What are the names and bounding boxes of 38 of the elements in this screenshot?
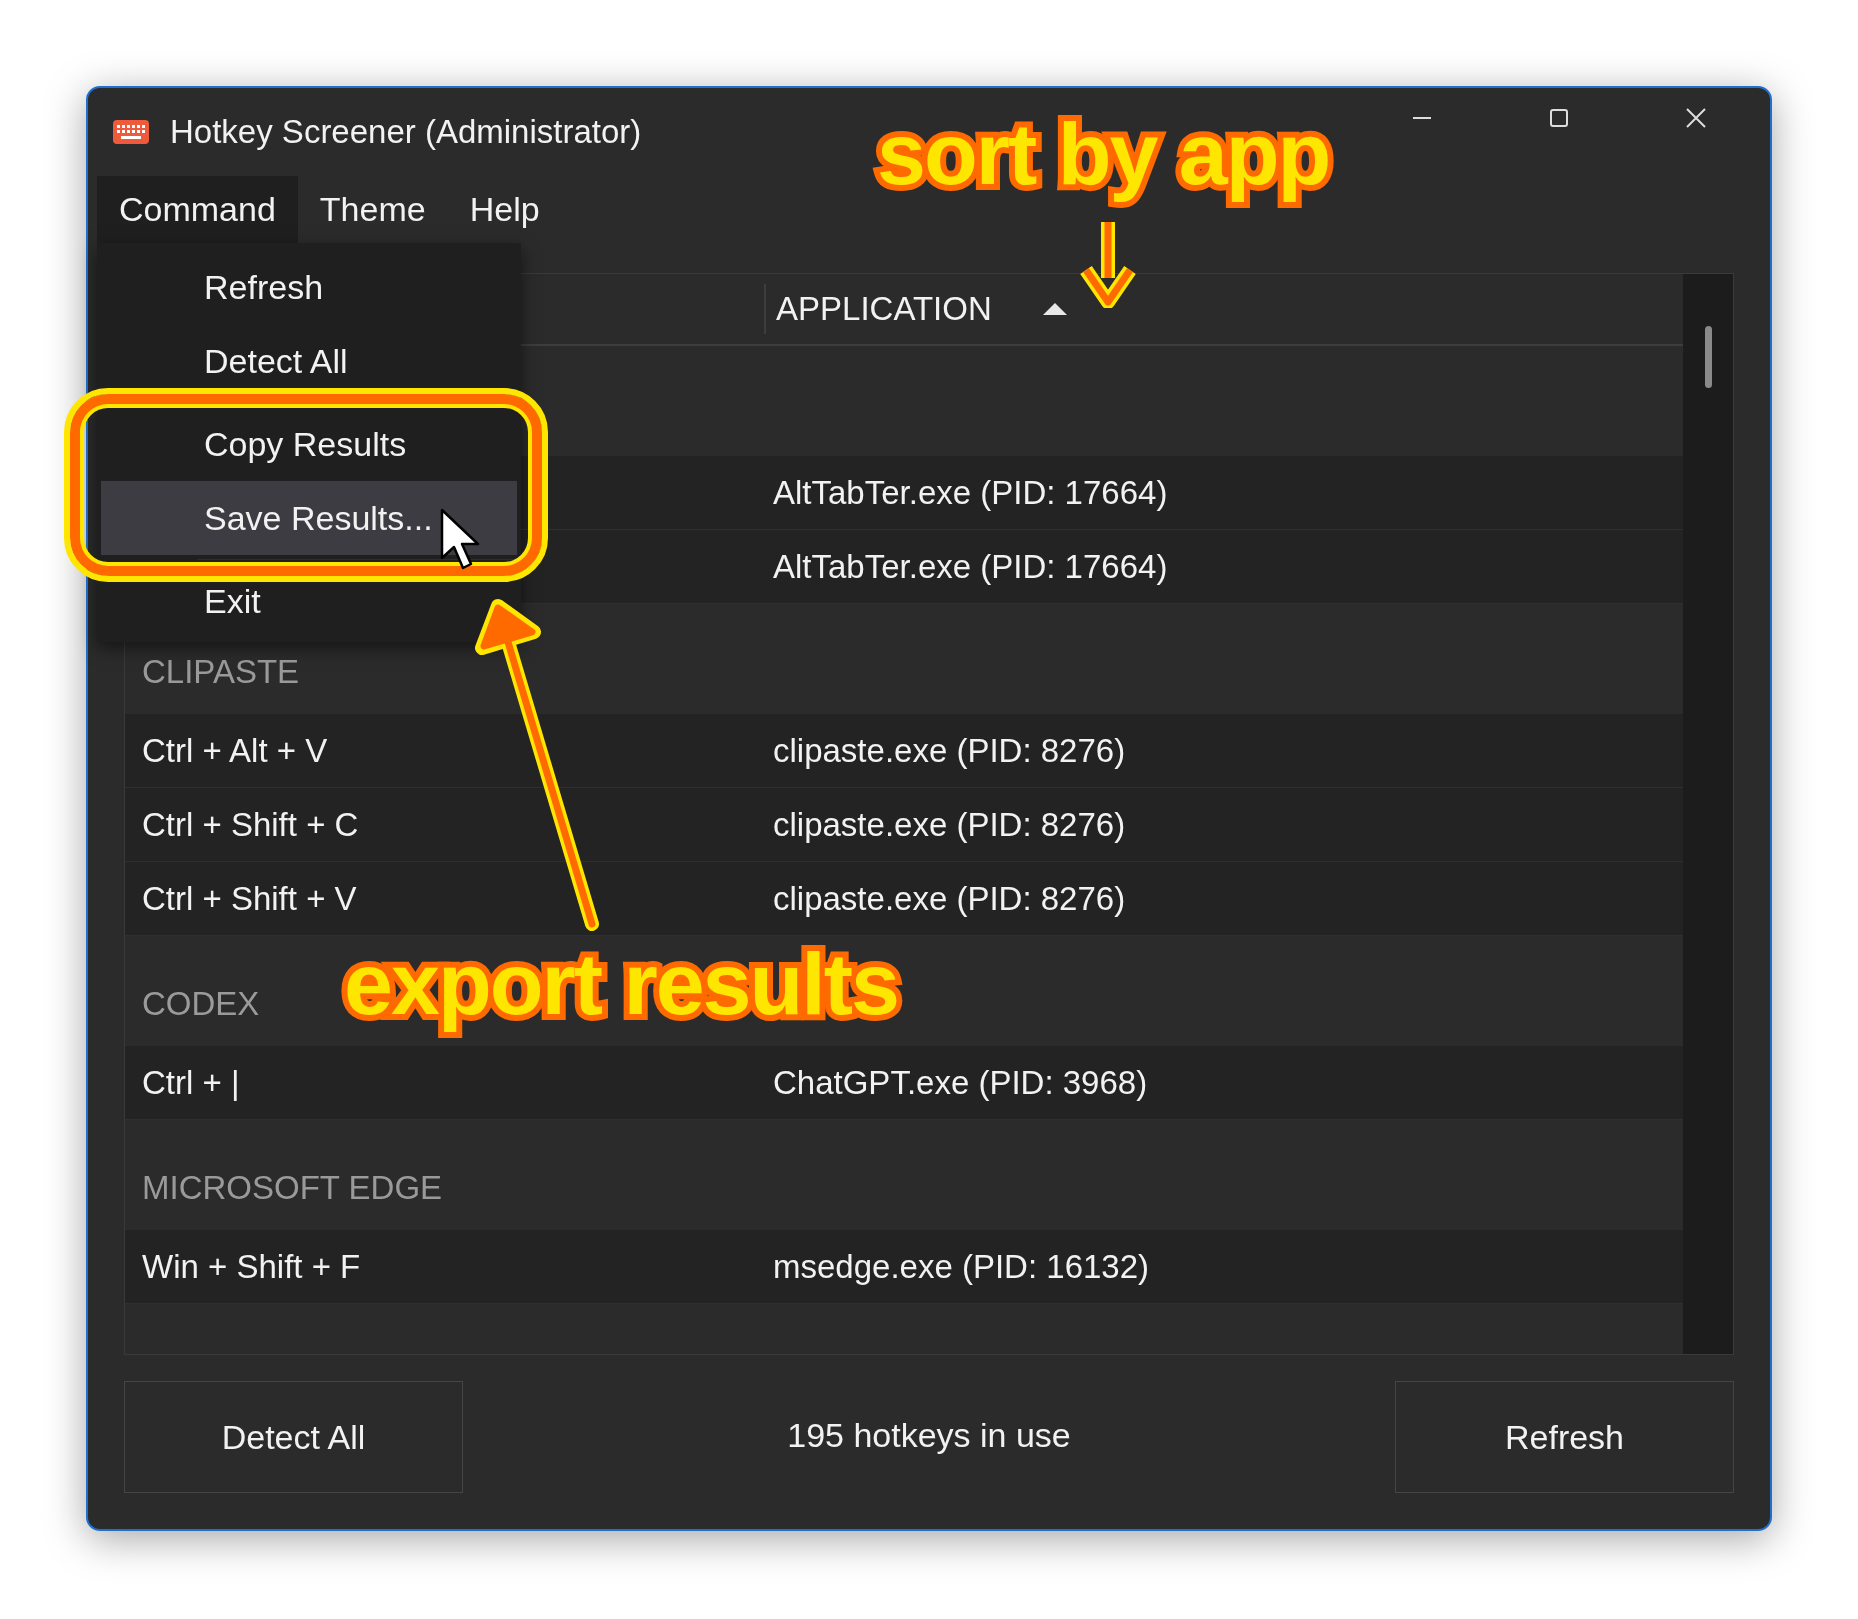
menu-item[interactable]: Save Results... bbox=[101, 481, 517, 555]
detect-all-button[interactable]: Detect All bbox=[124, 1381, 463, 1493]
mouse-pointer-icon bbox=[440, 508, 482, 572]
table-row[interactable]: Ctrl + | ChatGPT.exe (PID: 3968) bbox=[125, 1046, 1683, 1120]
hotkey-cell: Ctrl + | bbox=[142, 1063, 240, 1101]
application-cell-text: clipaste.exe (PID: 8276) bbox=[772, 878, 1126, 919]
application-cell-text: msedge.exe (PID: 16132) bbox=[772, 1246, 1150, 1287]
table-row[interactable]: Win + Shift + F msedge.exe (PID: 16132) bbox=[125, 1230, 1683, 1304]
table-row[interactable]: Ctrl + Alt + V clipaste.exe (PID: 8276) bbox=[125, 714, 1683, 788]
hotkey-cell: Win + Shift + F bbox=[142, 1247, 361, 1285]
keyboard-icon bbox=[112, 119, 150, 145]
menu-bar-item[interactable]: Help bbox=[447, 176, 562, 243]
maximize-icon bbox=[1549, 109, 1568, 127]
menu-bar-item[interactable]: Theme bbox=[297, 176, 448, 243]
scrollbar-thumb[interactable] bbox=[1704, 326, 1712, 388]
group-header: CLIPASTE bbox=[142, 651, 300, 692]
hotkey-cell: Ctrl + Shift + V bbox=[142, 879, 357, 917]
application-cell-text: AltTabTer.exe (PID: 17664) bbox=[772, 472, 1168, 513]
menu-item[interactable]: Detect All bbox=[101, 324, 517, 398]
application-cell-text: clipaste.exe (PID: 8276) bbox=[772, 730, 1126, 771]
hotkey-cell: Ctrl + Alt + V bbox=[142, 731, 328, 769]
menu-bar-item[interactable]: Command bbox=[97, 176, 298, 243]
application-cell-text: AltTabTer.exe (PID: 17664) bbox=[772, 546, 1168, 587]
group-header: CODEX bbox=[142, 983, 260, 1024]
refresh-button[interactable]: Refresh bbox=[1395, 1381, 1734, 1493]
menu-item[interactable]: Refresh bbox=[101, 250, 517, 324]
close-icon bbox=[1685, 108, 1706, 128]
table-row[interactable]: Ctrl + Shift + C clipaste.exe (PID: 8276) bbox=[125, 788, 1683, 862]
application-cell-text: ChatGPT.exe (PID: 3968) bbox=[772, 1062, 1148, 1103]
scrollbar[interactable] bbox=[1683, 274, 1733, 1354]
hotkey-cell: Ctrl + Shift + C bbox=[142, 805, 359, 843]
application-cell-text: clipaste.exe (PID: 8276) bbox=[772, 804, 1126, 845]
minimize-icon bbox=[1412, 117, 1431, 119]
table-row[interactable]: Ctrl + Shift + V clipaste.exe (PID: 8276) bbox=[125, 862, 1683, 936]
status-text: 195 hotkeys in use bbox=[787, 1414, 1071, 1456]
group-header: MICROSOFT EDGE bbox=[142, 1167, 443, 1208]
column-header[interactable]: APPLICATION bbox=[766, 284, 1068, 334]
window-title: Hotkey Screener (Administrator) bbox=[170, 112, 642, 153]
